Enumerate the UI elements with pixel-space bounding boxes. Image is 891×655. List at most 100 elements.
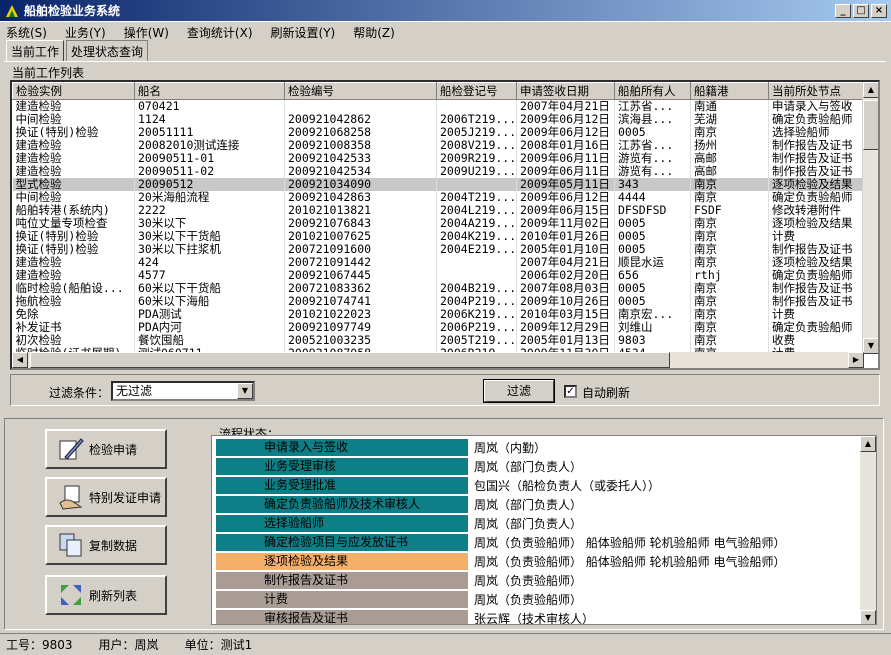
table-cell: 20090512 bbox=[134, 178, 285, 191]
table-cell: 60米以下海船 bbox=[134, 295, 285, 308]
refresh-list-button[interactable]: 刷新列表 bbox=[45, 575, 167, 615]
scroll-right-icon[interactable]: ▶ bbox=[848, 352, 864, 368]
table-row[interactable]: 临时检验(船舶设... 60米以下干货船 200721083362 2004B219.… bbox=[12, 282, 863, 295]
table-row[interactable]: 建造检验 4577 200921067445 2006年02月20日 656 rthj 确定… bbox=[12, 269, 863, 282]
table-cell: 建造检验 bbox=[12, 269, 135, 282]
table-cell: 2004P219... bbox=[436, 295, 517, 308]
table-cell: 200921076843 bbox=[284, 217, 437, 230]
table-cell: 2007年08月03日 bbox=[516, 282, 615, 295]
chevron-down-icon[interactable]: ▼ bbox=[237, 383, 253, 399]
table-row[interactable]: 初次检验 餐饮囤船 200521003235 2005T219... 2005年01月1… bbox=[12, 334, 863, 347]
table-row[interactable]: 型式检验 20090512 200921034090 2009年05月11日 343 南京… bbox=[12, 178, 863, 191]
inspection-apply-button[interactable]: 检验申请 bbox=[45, 429, 167, 469]
table-cell: 30米以下 bbox=[134, 217, 285, 230]
tab-status-query[interactable]: 处理状态查询 bbox=[66, 40, 149, 62]
table-row[interactable]: 船舶转港(系统内) 2222 201021013821 2004L219... 2009… bbox=[12, 204, 863, 217]
table-cell: 20米海船流程 bbox=[134, 191, 285, 204]
table-cell: 200921067445 bbox=[284, 269, 437, 282]
minimize-icon[interactable]: _ bbox=[835, 4, 851, 18]
table-cell: 建造检验 bbox=[12, 165, 135, 178]
menu-help[interactable]: 帮助(Z) bbox=[353, 24, 395, 41]
table-cell: 计费 bbox=[768, 230, 863, 243]
table-row[interactable]: 中间检验 1124 200921042862 2006T219... 2009年06月1… bbox=[12, 113, 863, 126]
table-cell: 申请录入与签收 bbox=[768, 99, 863, 113]
filter-select[interactable]: 无过滤 ▼ bbox=[111, 381, 255, 401]
column-header[interactable]: 船检登记号 bbox=[436, 82, 517, 100]
hscroll-thumb[interactable] bbox=[30, 352, 670, 368]
flow-assignee: 周岚（部门负责人） bbox=[474, 516, 583, 531]
flow-assignee: 周岚（负责验船师） 船体验船师 轮机验船师 电气验船师） bbox=[474, 554, 786, 569]
table-row[interactable]: 中间检验 20米海船流程 200921042863 2004T219... 2009年0… bbox=[12, 191, 863, 204]
flow-scroll-down-icon[interactable]: ▼ bbox=[860, 610, 876, 624]
table-cell: 2006P219... bbox=[436, 321, 517, 334]
status-id: 工号：9803 bbox=[6, 638, 73, 652]
table-row[interactable]: 建造检验 20082010测试连接 200921008358 2008V219... 2… bbox=[12, 139, 863, 152]
table-row[interactable]: 拖航检验 60米以下海船 200921074741 2004P219... 2009年1… bbox=[12, 295, 863, 308]
app-logo-icon bbox=[6, 4, 18, 17]
table-row[interactable]: 建造检验 070421 2007年04月21日 江苏省... 南通 申请录入与签收 bbox=[12, 99, 863, 113]
table-cell: 逐项检验及结果 bbox=[768, 217, 863, 230]
table-row[interactable]: 补发证书 PDA内河 200921097749 2006P219... 2009年12月… bbox=[12, 321, 863, 334]
table-cell: 2005年01月10日 bbox=[516, 243, 615, 256]
close-icon[interactable]: × bbox=[871, 4, 887, 18]
table-row[interactable]: 换证(特别)检验 30米以下干货船 201021007625 2004K219... 2… bbox=[12, 230, 863, 243]
tab-current-work[interactable]: 当前工作 bbox=[6, 40, 65, 62]
table-row[interactable]: 免除 PDA测试 201021022023 2006K219... 2010年03月15… bbox=[12, 308, 863, 321]
flow-row: 业务受理审核 周岚（部门负责人） bbox=[216, 457, 582, 475]
column-header[interactable]: 检验实例 bbox=[12, 82, 135, 100]
flow-scroll-up-icon[interactable]: ▲ bbox=[860, 436, 876, 452]
menu-system[interactable]: 系统(S) bbox=[6, 24, 47, 41]
special-cert-apply-label: 特别发证申请 bbox=[89, 490, 162, 505]
table-cell: 确定负责验船师 bbox=[768, 321, 863, 334]
table-cell: 656 bbox=[614, 269, 691, 282]
column-header[interactable]: 当前所处节点 bbox=[768, 82, 863, 100]
table-row[interactable]: 吨位丈量专项检查 30米以下 200921076843 2004A219... 2009… bbox=[12, 217, 863, 230]
horizontal-scrollbar[interactable]: ◀ ▶ bbox=[12, 352, 864, 368]
table-cell: 确定负责验船师 bbox=[768, 113, 863, 126]
table-cell: 芜湖 bbox=[690, 113, 769, 126]
table-cell: 江苏省... bbox=[614, 99, 691, 113]
scroll-left-icon[interactable]: ◀ bbox=[12, 352, 28, 368]
column-header[interactable]: 船舶所有人 bbox=[614, 82, 691, 100]
maximize-icon[interactable]: □ bbox=[853, 4, 869, 18]
column-header[interactable]: 船名 bbox=[134, 82, 285, 100]
table-cell: 2005年01月13日 bbox=[516, 334, 615, 347]
column-header[interactable]: 船籍港 bbox=[690, 82, 769, 100]
menu-query-stats[interactable]: 查询统计(X) bbox=[187, 24, 253, 41]
scroll-down-icon[interactable]: ▼ bbox=[863, 338, 878, 354]
table-cell: 200521003235 bbox=[284, 334, 437, 347]
copy-data-button[interactable]: 复制数据 bbox=[45, 525, 167, 565]
special-cert-apply-button[interactable]: 特别发证申请 bbox=[45, 477, 167, 517]
flow-vertical-scrollbar[interactable]: ▲ ▼ bbox=[860, 436, 876, 624]
table-cell: 刘维山 bbox=[614, 321, 691, 334]
scroll-thumb[interactable] bbox=[863, 100, 878, 150]
table-cell: 逐项检验及结果 bbox=[768, 178, 863, 191]
flow-step: 确定检验项目与应发放证书 bbox=[216, 533, 468, 551]
table-row[interactable]: 换证(特别)检验 30米以下拄浆机 200721091600 2004E219... 2… bbox=[12, 243, 863, 256]
table-row[interactable]: 建造检验 424 200721091442 2007年04月21日 顺昆水运 南京 逐项检验… bbox=[12, 256, 863, 269]
menu-operation[interactable]: 操作(W) bbox=[124, 24, 169, 41]
work-list-table: 检验实例 船名 检验编号 船检登记号 申请签收日期 船舶所有人 船籍港 当前所处节点 建造检验… bbox=[12, 82, 863, 360]
table-cell: 20082010测试连接 bbox=[134, 139, 285, 152]
table-cell: 南京 bbox=[690, 126, 769, 139]
table-cell: 201021013821 bbox=[284, 204, 437, 217]
filter-button[interactable]: 过滤 bbox=[483, 379, 555, 403]
table-row[interactable]: 建造检验 20090511-02 200921042534 2009U219... 20… bbox=[12, 165, 863, 178]
vertical-scrollbar[interactable]: ▲ ▼ bbox=[862, 82, 878, 354]
auto-refresh-checkbox[interactable]: ✓ bbox=[564, 385, 577, 398]
column-header[interactable]: 申请签收日期 bbox=[516, 82, 615, 100]
table-cell: 2009年06月11日 bbox=[516, 152, 615, 165]
column-header[interactable]: 检验编号 bbox=[284, 82, 437, 100]
menu-business[interactable]: 业务(Y) bbox=[65, 24, 106, 41]
table-cell: 制作报告及证书 bbox=[768, 152, 863, 165]
flow-step: 逐项检验及结果 bbox=[216, 552, 468, 570]
table-cell: 南京 bbox=[690, 243, 769, 256]
table-cell: 江苏省... bbox=[614, 139, 691, 152]
menu-refresh-settings[interactable]: 刷新设置(Y) bbox=[271, 24, 336, 41]
table-row[interactable]: 建造检验 20090511-01 200921042533 2009R219... 20… bbox=[12, 152, 863, 165]
table-cell: 换证(特别)检验 bbox=[12, 243, 135, 256]
table-cell: 2005T219... bbox=[436, 334, 517, 347]
scroll-up-icon[interactable]: ▲ bbox=[863, 82, 878, 98]
table-row[interactable]: 换证(特别)检验 20051111 200921068258 2005J219... 2… bbox=[12, 126, 863, 139]
table-cell: 200921034090 bbox=[284, 178, 437, 191]
